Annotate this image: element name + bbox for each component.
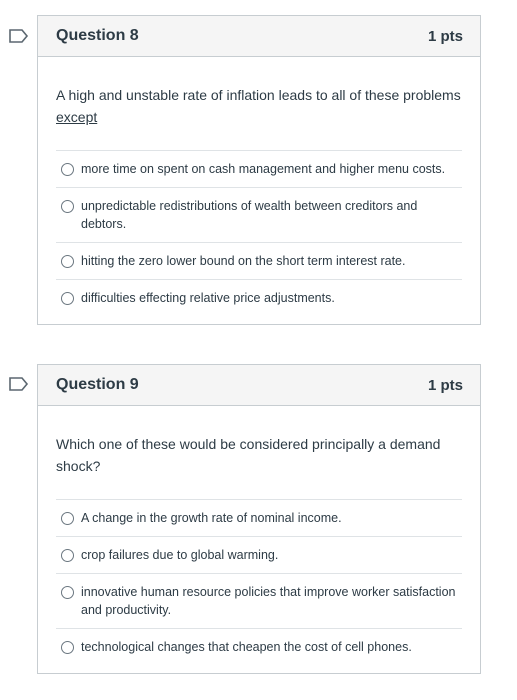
question-9-card: Question 9 1 pts Which one of these woul… [37, 364, 481, 674]
answer-label[interactable]: difficulties effecting relative price ad… [81, 289, 462, 307]
radio-icon[interactable] [61, 641, 74, 654]
answer-list: A change in the growth rate of nominal i… [56, 499, 462, 665]
question-text: Which one of these would be considered p… [56, 433, 462, 477]
answer-option[interactable]: unpredictable redistributions of wealth … [56, 187, 462, 242]
question-points: 1 pts [427, 27, 463, 45]
flag-question-8-icon[interactable] [9, 29, 29, 43]
question-points: 1 pts [427, 376, 463, 394]
radio-icon[interactable] [61, 512, 74, 525]
radio-icon[interactable] [61, 200, 74, 213]
answer-label[interactable]: crop failures due to global warming. [81, 546, 462, 564]
answer-label[interactable]: more time on spent on cash management an… [81, 160, 462, 178]
question-header: Question 9 1 pts [38, 365, 480, 406]
answer-option[interactable]: more time on spent on cash management an… [56, 150, 462, 187]
radio-icon[interactable] [61, 292, 74, 305]
answer-option[interactable]: difficulties effecting relative price ad… [56, 279, 462, 316]
answer-option[interactable]: A change in the growth rate of nominal i… [56, 499, 462, 536]
question-body: A high and unstable rate of inflation le… [38, 57, 480, 316]
radio-icon[interactable] [61, 163, 74, 176]
question-text: A high and unstable rate of inflation le… [56, 84, 462, 128]
answer-option[interactable]: crop failures due to global warming. [56, 536, 462, 573]
answer-label[interactable]: hitting the zero lower bound on the shor… [81, 252, 462, 270]
question-text-main: Which one of these would be considered p… [56, 436, 441, 474]
question-text-main: A high and unstable rate of inflation le… [56, 87, 461, 103]
radio-icon[interactable] [61, 549, 74, 562]
question-text-emphasis: except [56, 109, 98, 125]
answer-label[interactable]: innovative human resource policies that … [81, 583, 462, 619]
question-8-card: Question 8 1 pts A high and unstable rat… [37, 15, 481, 325]
answer-option[interactable]: technological changes that cheapen the c… [56, 628, 462, 665]
answer-label[interactable]: A change in the growth rate of nominal i… [81, 509, 462, 527]
question-header: Question 8 1 pts [38, 16, 480, 57]
answer-option[interactable]: innovative human resource policies that … [56, 573, 462, 628]
answer-label[interactable]: technological changes that cheapen the c… [81, 638, 462, 656]
question-title: Question 9 [56, 376, 139, 393]
question-body: Which one of these would be considered p… [38, 406, 480, 665]
answer-label[interactable]: unpredictable redistributions of wealth … [81, 197, 462, 233]
answer-option[interactable]: hitting the zero lower bound on the shor… [56, 242, 462, 279]
answer-list: more time on spent on cash management an… [56, 150, 462, 316]
question-title: Question 8 [56, 27, 139, 44]
flag-question-9-icon[interactable] [9, 377, 29, 391]
radio-icon[interactable] [61, 586, 74, 599]
radio-icon[interactable] [61, 255, 74, 268]
